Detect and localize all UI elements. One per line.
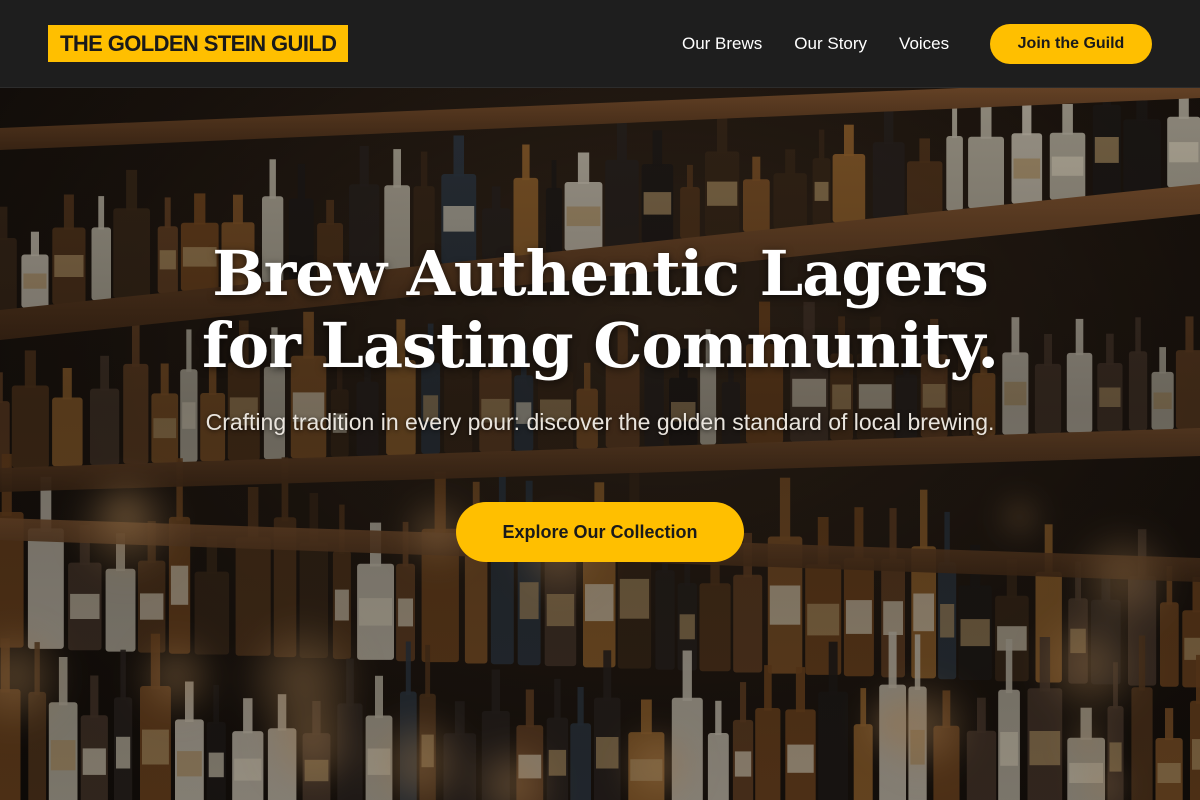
brand-logo[interactable]: THE GOLDEN STEIN GUILD xyxy=(48,25,349,62)
nav-link-voices[interactable]: Voices xyxy=(899,33,949,55)
hero-dark-overlay xyxy=(0,88,1200,800)
nav-link-our-story[interactable]: Our Story xyxy=(794,33,867,55)
nav-link-our-brews[interactable]: Our Brews xyxy=(682,33,762,55)
join-the-guild-button[interactable]: Join the Guild xyxy=(990,24,1152,64)
nav-links: Our Brews Our Story Voices xyxy=(682,33,949,55)
top-nav-bar: THE GOLDEN STEIN GUILD Our Brews Our Sto… xyxy=(0,0,1200,88)
hero-section xyxy=(0,88,1200,800)
explore-collection-button[interactable]: Explore Our Collection xyxy=(456,502,744,562)
